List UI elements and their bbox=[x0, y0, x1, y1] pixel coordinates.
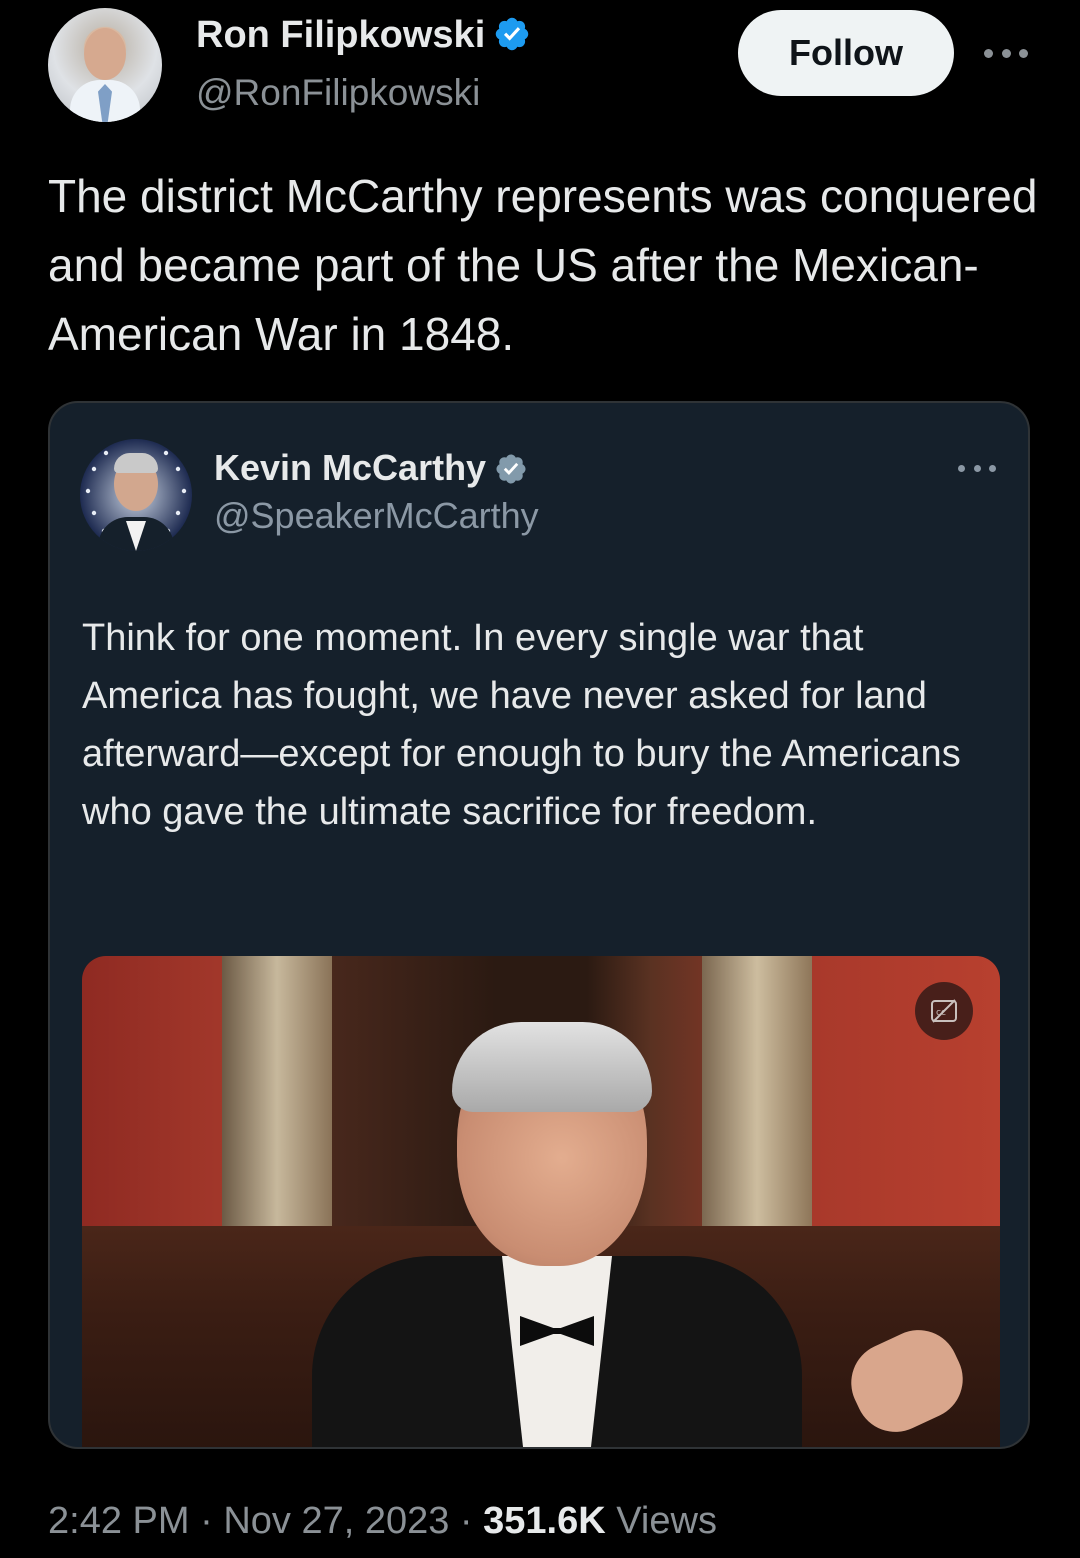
quoted-tweet-card[interactable]: Kevin McCarthy @SpeakerMcCarthy Think fo… bbox=[48, 401, 1030, 1449]
verified-badge-icon bbox=[493, 15, 531, 63]
tweet-text: The district McCarthy represents was con… bbox=[48, 170, 1038, 360]
quoted-video-thumbnail[interactable]: cc bbox=[82, 956, 1000, 1447]
author-display-name[interactable]: Ron Filipkowski bbox=[196, 14, 485, 56]
author-handle[interactable]: @RonFilipkowski bbox=[196, 72, 480, 114]
tweet-metadata: 2:42 PM · Nov 27, 2023 · 351.6K Views bbox=[48, 1500, 717, 1543]
quoted-author-avatar[interactable] bbox=[80, 439, 192, 551]
quoted-author-display-name[interactable]: Kevin McCarthy bbox=[214, 447, 486, 488]
closed-captions-icon[interactable]: cc bbox=[915, 982, 973, 1040]
quoted-author-name-row[interactable]: Kevin McCarthy bbox=[214, 447, 528, 495]
quoted-more-options-icon[interactable] bbox=[958, 461, 996, 475]
views-count: 351.6K bbox=[483, 1500, 606, 1542]
quoted-author-handle[interactable]: @SpeakerMcCarthy bbox=[214, 495, 539, 537]
separator: · bbox=[449, 1500, 484, 1542]
tweet-date[interactable]: Nov 27, 2023 bbox=[223, 1500, 449, 1542]
tweet-page: Ron Filipkowski @RonFilipkowski Follow T… bbox=[0, 0, 1080, 1558]
quoted-tweet-text: Think for one moment. In every single wa… bbox=[82, 617, 961, 833]
author-avatar[interactable] bbox=[48, 8, 162, 122]
separator: · bbox=[189, 1500, 224, 1542]
follow-button[interactable]: Follow bbox=[738, 10, 954, 96]
author-name-row[interactable]: Ron Filipkowski bbox=[196, 14, 531, 63]
more-options-icon[interactable] bbox=[984, 38, 1028, 68]
tweet-time[interactable]: 2:42 PM bbox=[48, 1500, 190, 1542]
views-label: Views bbox=[616, 1500, 717, 1542]
gray-verified-badge-icon bbox=[494, 452, 528, 495]
